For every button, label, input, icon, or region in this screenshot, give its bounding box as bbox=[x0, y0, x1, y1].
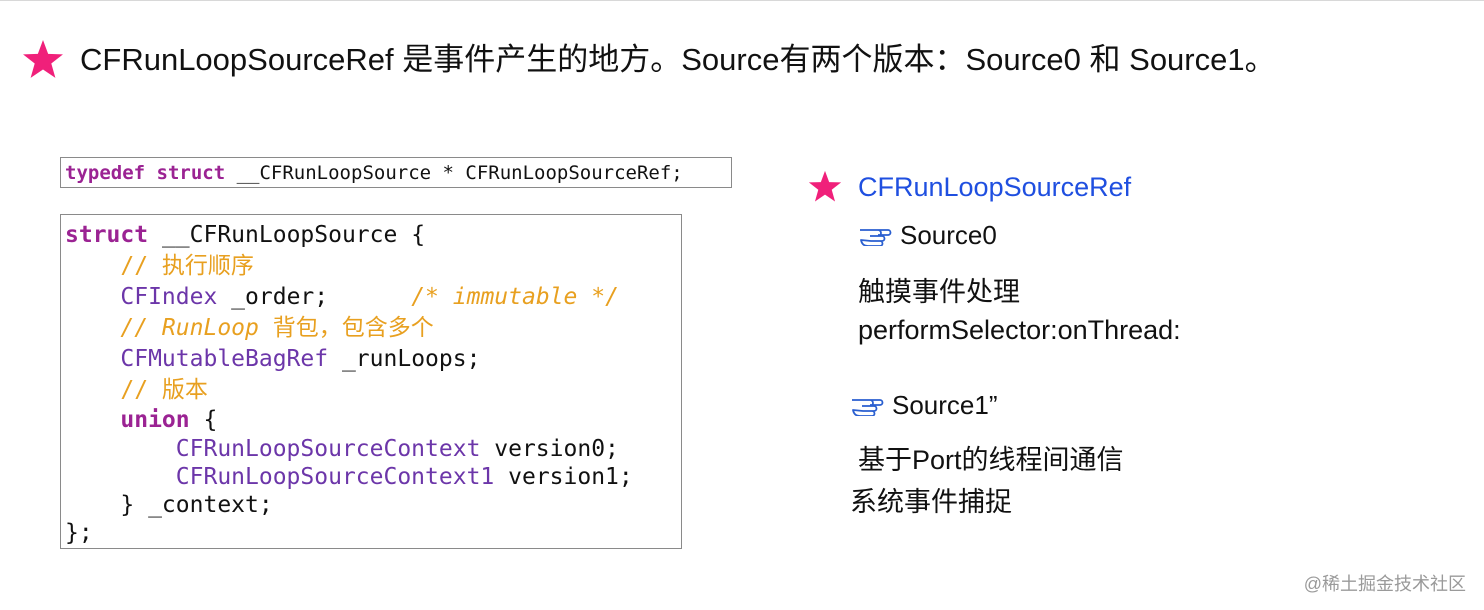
source1-desc-2: 系统事件捕捉 bbox=[850, 487, 1012, 517]
code-line: // RunLoop 背包，包含多个 bbox=[65, 313, 434, 343]
source1-desc-1: 基于Port的线程间通信 bbox=[858, 445, 1124, 475]
code-line: CFMutableBagRef _runLoops; bbox=[65, 344, 480, 374]
struct-keyword: struct bbox=[156, 162, 226, 184]
typedef-code-box: typedef struct __CFRunLoopSource * CFRun… bbox=[60, 157, 732, 188]
source0-label: Source0 bbox=[900, 220, 997, 250]
code-line: CFRunLoopSourceContext version0; bbox=[65, 434, 619, 464]
star-icon bbox=[808, 170, 842, 204]
struct-code-box: struct __CFRunLoopSource { // 执行顺序 CFInd… bbox=[60, 214, 682, 549]
code-token: CFRunLoopSourceContext bbox=[175, 436, 481, 462]
source0-desc-2: performSelector:onThread: bbox=[858, 315, 1181, 345]
code-token: version0; bbox=[480, 436, 619, 462]
code-line: // 执行顺序 bbox=[65, 251, 254, 281]
code-token: __CFRunLoopSource { bbox=[148, 222, 426, 248]
code-token: _runLoops; bbox=[328, 346, 481, 372]
code-line: CFIndex _order; /* immutable */ bbox=[65, 282, 619, 312]
source1-label: Source1” bbox=[892, 390, 998, 420]
code-line: struct __CFRunLoopSource { bbox=[65, 220, 425, 250]
code-token: CFRunLoopSourceContext1 bbox=[175, 464, 495, 490]
code-line: }; bbox=[65, 518, 93, 548]
right-panel-title-row: CFRunLoopSourceRef bbox=[808, 168, 1131, 206]
heading-text: CFRunLoopSourceRef 是事件产生的地方。Source有两个版本：… bbox=[80, 42, 1276, 77]
typedef-rest: __CFRunLoopSource * CFRunLoopSourceRef; bbox=[225, 162, 683, 184]
code-token: union bbox=[120, 407, 190, 433]
code-line: // 版本 bbox=[65, 375, 208, 405]
code-token: struct bbox=[65, 222, 149, 248]
code-line: CFRunLoopSourceContext1 version1; bbox=[65, 462, 633, 492]
typedef-code-line: typedef struct __CFRunLoopSource * CFRun… bbox=[65, 161, 683, 185]
code-token: CFIndex bbox=[120, 284, 218, 310]
source0-desc-1: 触摸事件处理 bbox=[858, 277, 1020, 307]
code-token: } _context; bbox=[65, 492, 273, 518]
code-token: CFMutableBagRef bbox=[120, 346, 329, 372]
pointing-hand-icon bbox=[858, 224, 892, 246]
pointing-hand-icon bbox=[850, 394, 884, 416]
source0-item: Source0 bbox=[858, 218, 997, 252]
code-token: // 版本 bbox=[65, 377, 208, 403]
typedef-keyword: typedef bbox=[65, 162, 146, 184]
code-token: // RunLoop bbox=[120, 315, 259, 341]
code-line: } _context; bbox=[65, 490, 273, 520]
code-token: /* immutable */ bbox=[411, 284, 619, 310]
code-token: _order; bbox=[217, 284, 412, 310]
code-line: union { bbox=[65, 405, 217, 435]
watermark: @稀土掘金技术社区 bbox=[1303, 574, 1466, 594]
top-divider bbox=[0, 0, 1484, 1]
code-token: version1; bbox=[494, 464, 633, 490]
slide-heading: CFRunLoopSourceRef 是事件产生的地方。Source有两个版本：… bbox=[22, 36, 1276, 84]
right-panel-title: CFRunLoopSourceRef bbox=[858, 172, 1132, 202]
code-token: }; bbox=[65, 520, 93, 546]
code-token: { bbox=[189, 407, 218, 433]
code-token: // 执行顺序 bbox=[65, 253, 254, 279]
star-icon bbox=[22, 39, 64, 81]
code-token: 背包，包含多个 bbox=[258, 315, 434, 341]
source1-item: Source1” bbox=[850, 388, 998, 422]
